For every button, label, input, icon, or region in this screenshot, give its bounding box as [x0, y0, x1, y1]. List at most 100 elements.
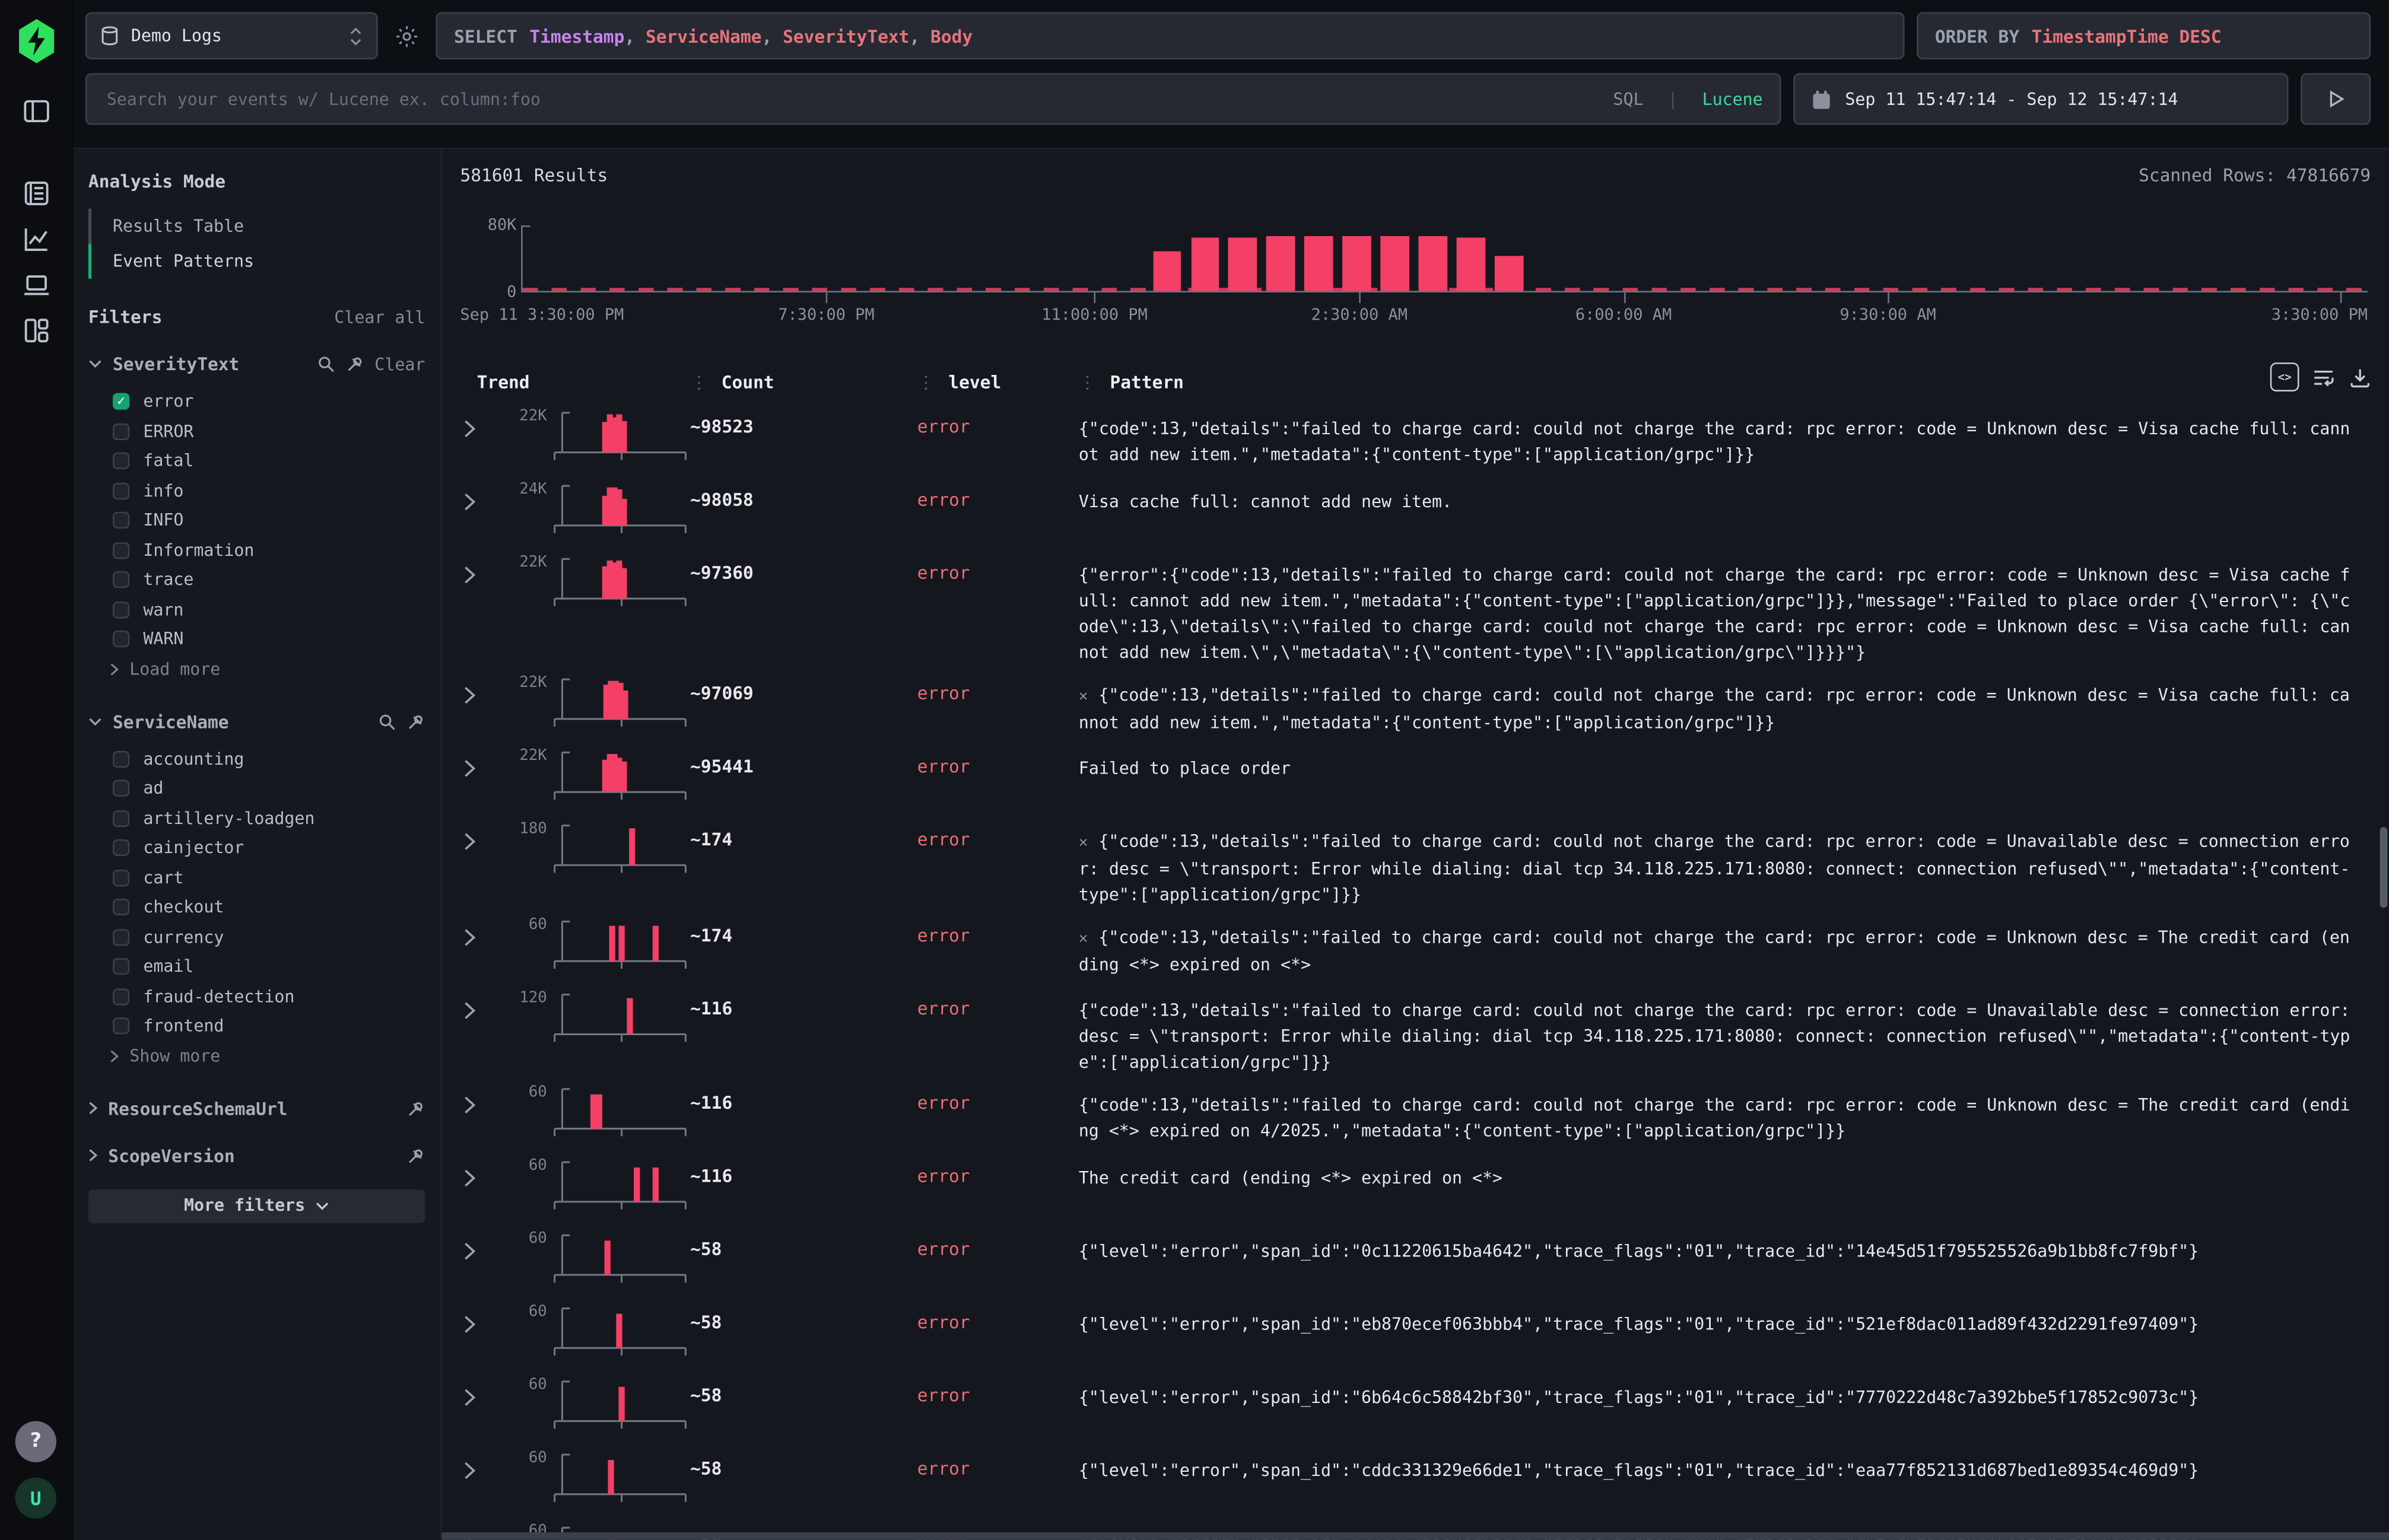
row-pattern[interactable]: ✕{"code":13,"details":"failed to charge …: [1079, 821, 2371, 908]
checkbox[interactable]: [113, 899, 129, 916]
select-query-input[interactable]: SELECT Timestamp, ServiceName, SeverityT…: [436, 12, 1904, 60]
col-trend[interactable]: Trend: [477, 371, 690, 393]
filter-option-ad[interactable]: ad: [88, 774, 425, 803]
checkbox[interactable]: [113, 839, 129, 856]
filter-option-frontend[interactable]: frontend: [88, 1011, 425, 1041]
flagged-icon[interactable]: ✕: [1079, 689, 1088, 705]
flagged-icon[interactable]: ✕: [1079, 835, 1088, 851]
pin-icon[interactable]: [407, 1146, 425, 1164]
row-expander[interactable]: [462, 1242, 498, 1261]
histogram-bar[interactable]: [1153, 251, 1182, 291]
row-expander[interactable]: [462, 1315, 498, 1334]
checkbox[interactable]: [113, 602, 129, 618]
histogram-bar[interactable]: [1419, 237, 1448, 291]
pin-icon[interactable]: [407, 712, 425, 730]
mode-lucene-toggle[interactable]: Lucene: [1702, 89, 1763, 109]
histogram-bar[interactable]: [1495, 256, 1524, 291]
user-avatar[interactable]: U: [15, 1478, 56, 1519]
wrap-lines-icon[interactable]: [2313, 367, 2336, 388]
table-row[interactable]: 22K~97360error{"error":{"code":13,"detai…: [457, 545, 2371, 666]
dashboards-icon[interactable]: [21, 315, 51, 345]
histogram-bar[interactable]: [1381, 237, 1410, 291]
search-icon[interactable]: [317, 355, 335, 373]
search-logs-icon[interactable]: [21, 178, 51, 208]
table-row[interactable]: 60~174error✕{"code":13,"details":"failed…: [457, 908, 2371, 981]
row-expander[interactable]: [462, 492, 498, 511]
table-row[interactable]: 22K~97069error✕{"code":13,"details":"fai…: [457, 666, 2371, 739]
checkbox[interactable]: [113, 423, 129, 440]
checkbox[interactable]: [113, 988, 129, 1005]
row-pattern[interactable]: The credit card (ending <*> expired on <…: [1079, 1157, 2371, 1191]
row-pattern[interactable]: ✕{"code":13,"details":"failed to charge …: [1079, 917, 2371, 978]
row-expander[interactable]: [462, 1461, 498, 1480]
row-expander[interactable]: [462, 832, 498, 851]
pin-icon[interactable]: [346, 355, 364, 373]
filter-option-info[interactable]: info: [88, 476, 425, 505]
analysis-mode-item-event-patterns[interactable]: Event Patterns: [88, 244, 425, 279]
row-expander[interactable]: [462, 1001, 498, 1020]
row-expander[interactable]: [462, 1388, 498, 1407]
histogram-bar[interactable]: [1229, 237, 1258, 291]
filter-option-accounting[interactable]: accounting: [88, 744, 425, 774]
filter-option-Information[interactable]: Information: [88, 536, 425, 565]
checkbox[interactable]: [113, 810, 129, 826]
table-row[interactable]: 60~58error{"level":"error","span_id":"cd…: [457, 1441, 2371, 1514]
col-count[interactable]: ⋮Count: [690, 371, 917, 393]
table-row[interactable]: 60~116error{"code":13,"details":"failed …: [457, 1076, 2371, 1148]
filter-option-checkout[interactable]: checkout: [88, 893, 425, 922]
checkbox[interactable]: [113, 1018, 129, 1035]
search-input[interactable]: [104, 88, 1598, 111]
checkbox[interactable]: [113, 631, 129, 648]
table-row[interactable]: 24K~98058errorVisa cache full: cannot ad…: [457, 472, 2371, 545]
row-pattern[interactable]: {"level":"error","span_id":"cddc331329e6…: [1079, 1450, 2371, 1483]
severity-clear-button[interactable]: Clear: [374, 354, 425, 374]
help-button[interactable]: ?: [15, 1421, 56, 1462]
filter-option-currency[interactable]: currency: [88, 922, 425, 952]
row-expander[interactable]: [462, 759, 498, 778]
service-show-more[interactable]: Show more: [88, 1041, 425, 1071]
filter-option-error[interactable]: ✓error: [88, 387, 425, 416]
search-icon[interactable]: [378, 712, 396, 730]
group-resourceschemaurl[interactable]: ResourceSchemaUrl: [88, 1097, 425, 1119]
table-row[interactable]: 180~174error✕{"code":13,"details":"faile…: [457, 812, 2371, 908]
filter-option-warn[interactable]: warn: [88, 595, 425, 625]
filter-option-artillery-loadgen[interactable]: artillery-loadgen: [88, 803, 425, 833]
service-group-header[interactable]: ServiceName: [88, 711, 425, 732]
severity-load-more[interactable]: Load more: [88, 654, 425, 685]
row-pattern[interactable]: Visa cache full: cannot add new item.: [1079, 481, 2371, 514]
checkbox[interactable]: ✓: [113, 393, 129, 410]
app-logo-icon[interactable]: [16, 18, 56, 64]
source-settings-button[interactable]: [390, 12, 423, 60]
col-level[interactable]: ⋮level: [917, 371, 1079, 393]
order-by-input[interactable]: ORDER BY TimestampTime DESC: [1917, 12, 2371, 60]
histogram-bar[interactable]: [1267, 237, 1296, 291]
histogram-bar[interactable]: [1343, 237, 1372, 291]
histogram-bar[interactable]: [1191, 238, 1220, 291]
source-select[interactable]: Demo Logs: [85, 12, 378, 60]
checkbox[interactable]: [113, 929, 129, 946]
filter-option-INFO[interactable]: INFO: [88, 505, 425, 535]
checkbox[interactable]: [113, 959, 129, 975]
checkbox[interactable]: [113, 453, 129, 469]
filter-option-ERROR[interactable]: ERROR: [88, 416, 425, 446]
histogram-bar[interactable]: [1457, 238, 1486, 291]
checkbox[interactable]: [113, 542, 129, 558]
clear-all-button[interactable]: Clear all: [334, 307, 425, 326]
row-expander[interactable]: [462, 1168, 498, 1188]
checkbox[interactable]: [113, 482, 129, 499]
row-pattern[interactable]: {"error":{"code":13,"details":"failed to…: [1079, 555, 2371, 666]
checkbox[interactable]: [113, 512, 129, 529]
table-row[interactable]: 60~116errorThe credit card (ending <*> e…: [457, 1148, 2371, 1221]
events-histogram[interactable]: 80K 0 Sep 11 3:30:00 PM7:30:00 PM11:00:0…: [460, 201, 2371, 332]
table-row[interactable]: 60~58error{"level":"error","span_id":"6b…: [457, 1368, 2371, 1441]
row-pattern[interactable]: Failed to place order: [1079, 748, 2371, 781]
checkbox[interactable]: [113, 750, 129, 767]
analysis-mode-item-results-table[interactable]: Results Table: [88, 209, 425, 244]
row-expander[interactable]: [462, 685, 498, 705]
filter-option-email[interactable]: email: [88, 952, 425, 982]
column-grip-icon[interactable]: ⋮: [1079, 371, 1097, 393]
table-row[interactable]: 60~58error{"level":"error","span_id":"eb…: [457, 1294, 2371, 1367]
row-pattern[interactable]: ✕{"code":13,"details":"failed to charge …: [1079, 674, 2371, 736]
sessions-icon[interactable]: [21, 269, 51, 300]
chart-explorer-icon[interactable]: [21, 224, 51, 254]
